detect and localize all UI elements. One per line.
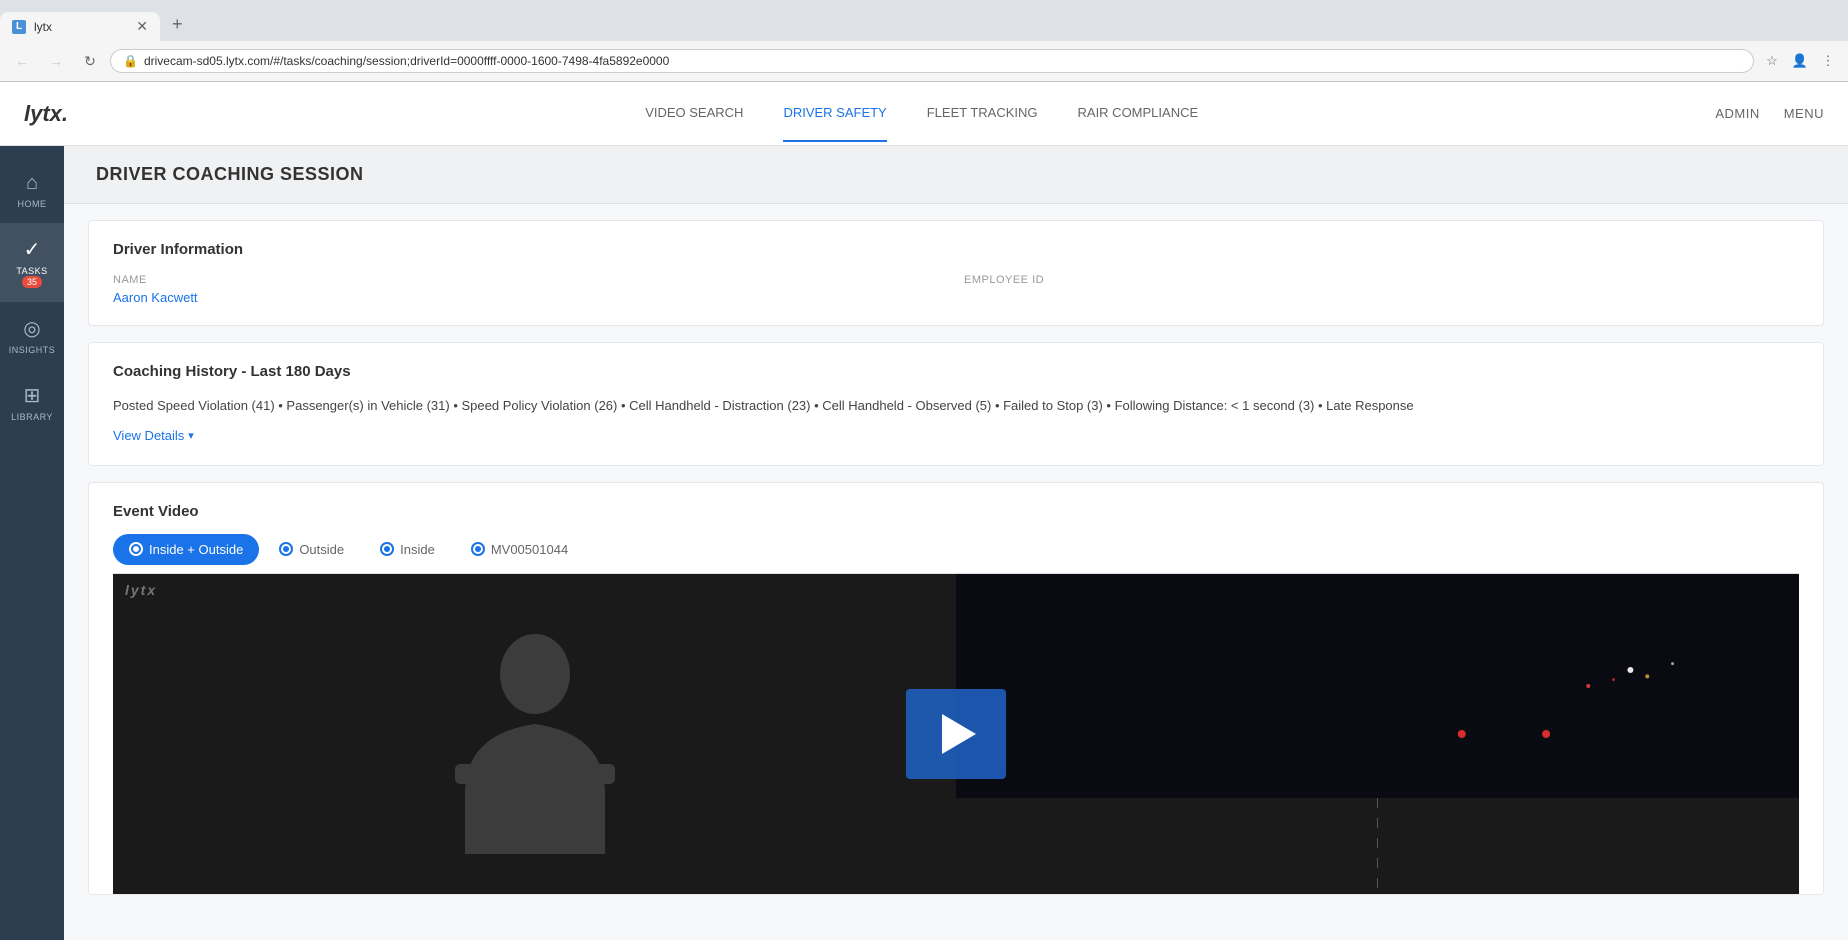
main-layout: ⌂ HOME ✓ TASKS 35 ◎ INSIGHTS ⊞ LIBRARY D… <box>0 146 1848 940</box>
video-outside-view: lytx <box>956 574 1799 894</box>
chevron-down-icon: ▾ <box>188 429 194 442</box>
coaching-history-title: Coaching History - Last 180 Days <box>113 363 1799 380</box>
radio-inside <box>380 542 394 556</box>
coaching-history-card: Coaching History - Last 180 Days Posted … <box>88 342 1824 466</box>
sidebar-tasks-label: TASKS <box>16 266 47 276</box>
sidebar-item-insights[interactable]: ◎ INSIGHTS <box>0 302 64 369</box>
page-title: DRIVER COACHING SESSION <box>96 164 1816 185</box>
radio-inside-outside <box>129 542 143 556</box>
forward-button[interactable]: → <box>42 47 70 75</box>
driver-name-value[interactable]: Aaron Kacwett <box>113 290 948 305</box>
play-icon <box>942 714 976 754</box>
tasks-icon: ✓ <box>24 237 41 262</box>
content-area: DRIVER COACHING SESSION Driver Informati… <box>64 146 1848 940</box>
nav-rair-compliance[interactable]: RAIR COMPLIANCE <box>1078 85 1199 142</box>
browser-tabs: L lytx ✕ + <box>0 0 1848 41</box>
new-tab-button[interactable]: + <box>160 8 195 41</box>
sidebar-item-library[interactable]: ⊞ LIBRARY <box>0 369 64 436</box>
tab-favicon: L <box>12 20 26 34</box>
video-inside-view: lytx <box>113 574 956 894</box>
road-scene-svg <box>956 574 1799 894</box>
menu-button[interactable]: MENU <box>1784 106 1824 121</box>
event-video-title: Event Video <box>113 503 1799 520</box>
driver-silhouette <box>445 614 625 854</box>
radio-mv <box>471 542 485 556</box>
coaching-history-text: Posted Speed Violation (41) • Passenger(… <box>113 396 1799 416</box>
tab-outside-label: Outside <box>299 542 344 557</box>
play-button[interactable] <box>906 689 1006 779</box>
nav-driver-safety[interactable]: DRIVER SAFETY <box>783 85 886 142</box>
profile-icon[interactable]: 👤 <box>1788 49 1812 73</box>
page-header: DRIVER COACHING SESSION <box>64 146 1848 204</box>
browser-toolbar-icons: ☆ 👤 ⋮ <box>1760 49 1840 73</box>
address-bar[interactable]: 🔒 drivecam-sd05.lytx.com/#/tasks/coachin… <box>110 49 1754 73</box>
content-body: Driver Information NAME Aaron Kacwett EM… <box>64 220 1848 895</box>
nav-items: VIDEO SEARCH DRIVER SAFETY FLEET TRACKIN… <box>128 85 1715 142</box>
driver-info-card: Driver Information NAME Aaron Kacwett EM… <box>88 220 1824 326</box>
video-container: lytx lytx <box>113 574 1799 894</box>
admin-button[interactable]: ADMIN <box>1715 106 1759 121</box>
view-details-label: View Details <box>113 428 184 443</box>
bookmark-icon[interactable]: ☆ <box>1760 49 1784 73</box>
tab-title: lytx <box>34 20 52 34</box>
insights-icon: ◎ <box>23 316 40 341</box>
view-details-button[interactable]: View Details ▾ <box>113 428 194 443</box>
app-container: lytx. VIDEO SEARCH DRIVER SAFETY FLEET T… <box>0 82 1848 940</box>
url-text: drivecam-sd05.lytx.com/#/tasks/coaching/… <box>144 54 1741 68</box>
tab-close-button[interactable]: ✕ <box>136 18 148 35</box>
nav-right: ADMIN MENU <box>1715 106 1824 121</box>
sidebar-item-home[interactable]: ⌂ HOME <box>0 158 64 223</box>
sidebar-home-label: HOME <box>18 199 47 209</box>
sidebar: ⌂ HOME ✓ TASKS 35 ◎ INSIGHTS ⊞ LIBRARY <box>0 146 64 940</box>
video-tabs: Inside + Outside Outside Inside MV0 <box>113 534 1799 574</box>
browser-toolbar: ← → ↻ 🔒 drivecam-sd05.lytx.com/#/tasks/c… <box>0 41 1848 81</box>
top-nav: lytx. VIDEO SEARCH DRIVER SAFETY FLEET T… <box>0 82 1848 146</box>
employee-id-label: EMPLOYEE ID <box>964 274 1799 286</box>
home-icon: ⌂ <box>26 172 38 195</box>
tab-inside-label: Inside <box>400 542 435 557</box>
event-video-card: Event Video Inside + Outside Outside <box>88 482 1824 895</box>
sidebar-insights-label: INSIGHTS <box>9 345 56 355</box>
nav-fleet-tracking[interactable]: FLEET TRACKING <box>927 85 1038 142</box>
library-icon: ⊞ <box>24 383 41 408</box>
extensions-icon[interactable]: ⋮ <box>1816 49 1840 73</box>
tab-mv00501044[interactable]: MV00501044 <box>455 534 584 565</box>
lock-icon: 🔒 <box>123 54 138 68</box>
refresh-button[interactable]: ↻ <box>76 47 104 75</box>
sidebar-item-tasks[interactable]: ✓ TASKS 35 <box>0 223 64 302</box>
tab-inside-outside-label: Inside + Outside <box>149 542 243 557</box>
driver-name-field: NAME Aaron Kacwett <box>113 274 948 305</box>
name-label: NAME <box>113 274 948 286</box>
browser-tab-active[interactable]: L lytx ✕ <box>0 12 160 41</box>
employee-id-field: EMPLOYEE ID <box>964 274 1799 305</box>
driver-info-grid: NAME Aaron Kacwett EMPLOYEE ID <box>113 274 1799 305</box>
tab-outside[interactable]: Outside <box>263 534 360 565</box>
app-logo: lytx. <box>24 101 68 127</box>
tab-mv-label: MV00501044 <box>491 542 568 557</box>
lytx-watermark-left: lytx <box>125 582 157 598</box>
radio-outside <box>279 542 293 556</box>
nav-video-search[interactable]: VIDEO SEARCH <box>645 85 743 142</box>
tab-inside-outside[interactable]: Inside + Outside <box>113 534 259 565</box>
back-button[interactable]: ← <box>8 47 36 75</box>
tasks-badge: 35 <box>22 276 42 288</box>
driver-info-title: Driver Information <box>113 241 1799 258</box>
browser-chrome: L lytx ✕ + ← → ↻ 🔒 drivecam-sd05.lytx.co… <box>0 0 1848 82</box>
tab-inside[interactable]: Inside <box>364 534 451 565</box>
sidebar-library-label: LIBRARY <box>11 412 53 422</box>
